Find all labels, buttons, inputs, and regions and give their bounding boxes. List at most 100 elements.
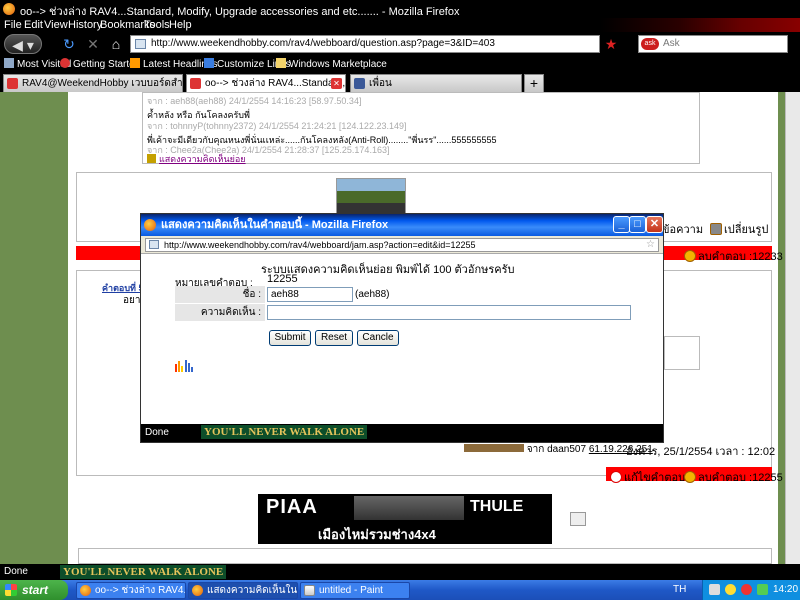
page-scrollbar[interactable] — [785, 92, 800, 564]
tab-current[interactable]: oo--> ช่วงล่าง RAV4...Standard, M... ✕ — [186, 74, 346, 92]
language-indicator[interactable]: TH — [673, 580, 686, 600]
comment-meta: จาก : aeh88(aeh88) 24/1/2554 14:16:23 [5… — [147, 96, 362, 106]
maximize-icon[interactable]: □ — [629, 216, 646, 233]
navigation-toolbar: ◀ ▾ ↻ ✕ ⌂ http://www.weekendhobby.com/ra… — [0, 32, 800, 56]
author-line: จาก daan507 61.19.226.251 — [464, 442, 653, 457]
menu-help[interactable]: Help — [169, 19, 192, 31]
menu-tools[interactable]: Tools — [144, 19, 170, 31]
reset-button[interactable]: Reset — [315, 330, 353, 346]
reply-label: ข้อความ — [662, 224, 704, 236]
author-name: จาก daan507 — [526, 444, 587, 455]
change-image-link[interactable]: เปลี่ยนรูป — [710, 220, 768, 238]
bookmark-getting-started[interactable]: Getting Started — [60, 58, 140, 70]
volume-icon[interactable] — [709, 584, 720, 595]
add-comment-label: แสดงความคิดเห็นย่อย — [159, 154, 246, 164]
menu-history[interactable]: History — [68, 19, 102, 31]
firefox-small-icon — [60, 58, 70, 68]
folder-icon — [4, 58, 14, 68]
search-input[interactable]: ask Ask — [638, 35, 788, 53]
stop-icon[interactable]: ✕ — [84, 34, 102, 54]
delete-answer-link[interactable]: ลบคำตอบ :12255 — [684, 468, 783, 486]
windows-logo-icon — [5, 584, 17, 596]
main-status-bar: Done YOU'LL NEVER WALK ALONE — [0, 564, 800, 580]
cancel-button[interactable]: Cancle — [357, 330, 399, 346]
menu-edit[interactable]: Edit — [24, 19, 43, 31]
banner-caption: เมืองไหม่รวมช่าง4x4 — [318, 527, 436, 542]
search-placeholder: Ask — [663, 38, 680, 49]
popup-status-bar: Done YOU'LL NEVER WALK ALONE — [141, 424, 663, 442]
next-post-box — [78, 548, 772, 564]
firefox-icon — [80, 585, 91, 596]
comment-meta: จาก : tohnnyP(tohnny2372) 24/1/2554 21:2… — [147, 121, 407, 131]
paint-icon — [304, 585, 315, 596]
network-icon[interactable] — [725, 584, 736, 595]
delete-label: ลบคำตอบ :12233 — [698, 251, 783, 263]
tab-label: เพื่อน — [369, 78, 392, 89]
reply-link[interactable]: ข้อความ — [662, 220, 703, 238]
comment-popup-window: แสดงความคิดเห็นในคำตอบนี้ - Mozilla Fire… — [140, 213, 664, 443]
firefox-icon — [192, 585, 203, 596]
popup-url-bar[interactable]: http://www.weekendhobby.com/rav4/webboar… — [145, 238, 659, 252]
add-comment-link[interactable]: แสดงความคิดเห็นย่อย — [147, 152, 246, 166]
bookmark-star-icon[interactable]: ★ — [603, 34, 619, 54]
delete-label: ลบคำตอบ :12255 — [698, 472, 783, 484]
system-tray: TH 14:20 — [673, 580, 800, 600]
search-engine-icon[interactable]: ask — [641, 38, 659, 50]
edit-answer-link[interactable]: แก้ไขคำตอบ — [610, 468, 685, 486]
popup-status-text: Done — [145, 427, 169, 438]
banner-piaa-logo: PIAA — [266, 496, 318, 518]
name-label: ชื่อ : — [175, 286, 265, 303]
firefox-icon — [144, 219, 156, 231]
author-image — [464, 444, 524, 452]
menu-view[interactable]: View — [44, 19, 68, 31]
taskbar-item-rav4[interactable]: oo--> ช่วงล่าง RAV4..... — [76, 582, 186, 599]
tray-app-icon[interactable] — [757, 584, 768, 595]
facebook-icon — [354, 78, 365, 89]
close-tab-icon[interactable]: ✕ — [331, 78, 342, 89]
status-text: Done — [4, 566, 28, 577]
taskbar-label: untitled - Paint — [319, 585, 383, 596]
bookmark-windows-marketplace[interactable]: Windows Marketplace — [276, 58, 387, 70]
comment-label: ความคิดเห็น : — [175, 304, 265, 321]
name-suffix: (aeh88) — [355, 289, 390, 300]
comment-field[interactable] — [267, 305, 631, 320]
bookmark-star-icon[interactable]: ☆ — [646, 239, 655, 251]
camera-icon — [710, 223, 722, 235]
name-field[interactable] — [267, 287, 353, 302]
home-icon[interactable]: ⌂ — [106, 34, 126, 54]
taskbar-item-paint[interactable]: untitled - Paint — [300, 582, 410, 599]
banner-car-image — [354, 496, 464, 520]
url-text: http://www.weekendhobby.com/rav4/webboar… — [151, 38, 495, 49]
back-arrow-icon: ◀ ▾ — [12, 37, 34, 53]
tab-facebook[interactable]: เพื่อน — [350, 74, 522, 92]
taskbar-label: แสดงความคิดเห็นในค... — [207, 585, 298, 596]
pencil-icon — [147, 154, 156, 163]
start-button[interactable]: start — [0, 580, 68, 600]
reload-icon[interactable]: ↻ — [60, 34, 78, 54]
page-left-border — [0, 92, 68, 564]
post-image[interactable] — [336, 178, 406, 214]
tab-rav4-board[interactable]: RAV4@WeekendHobby เวบบอร์ดสำหรับ... — [3, 74, 183, 92]
security-icon[interactable] — [741, 584, 752, 595]
taskbar-item-popup[interactable]: แสดงความคิดเห็นในค... — [188, 582, 298, 599]
image-icon[interactable] — [570, 512, 586, 526]
menu-file[interactable]: File — [4, 19, 22, 31]
change-image-label: เปลี่ยนรูป — [724, 224, 769, 236]
banner-thule-logo: THULE — [470, 498, 524, 515]
new-tab-button[interactable]: + — [524, 74, 544, 92]
back-button[interactable]: ◀ ▾ — [4, 34, 42, 54]
delete-answer-link[interactable]: ลบคำตอบ :12233 — [684, 247, 783, 265]
site-favicon-icon — [149, 240, 159, 249]
firefox-icon — [3, 3, 15, 15]
edit-label: แก้ไขคำตอบ — [624, 472, 686, 484]
popup-url-text: http://www.weekendhobby.com/rav4/webboar… — [164, 240, 476, 250]
rss-icon — [130, 58, 140, 68]
url-bar[interactable]: http://www.weekendhobby.com/rav4/webboar… — [130, 35, 600, 53]
minimize-icon[interactable]: _ — [613, 216, 630, 233]
close-icon[interactable]: ✕ — [646, 216, 663, 233]
submit-button[interactable]: Submit — [269, 330, 311, 346]
folder-icon — [276, 58, 286, 68]
start-label: start — [22, 583, 49, 597]
favicon-icon — [190, 78, 201, 89]
ad-banner[interactable]: PIAA THULE เมืองไหม่รวมช่าง4x4 — [258, 494, 552, 544]
